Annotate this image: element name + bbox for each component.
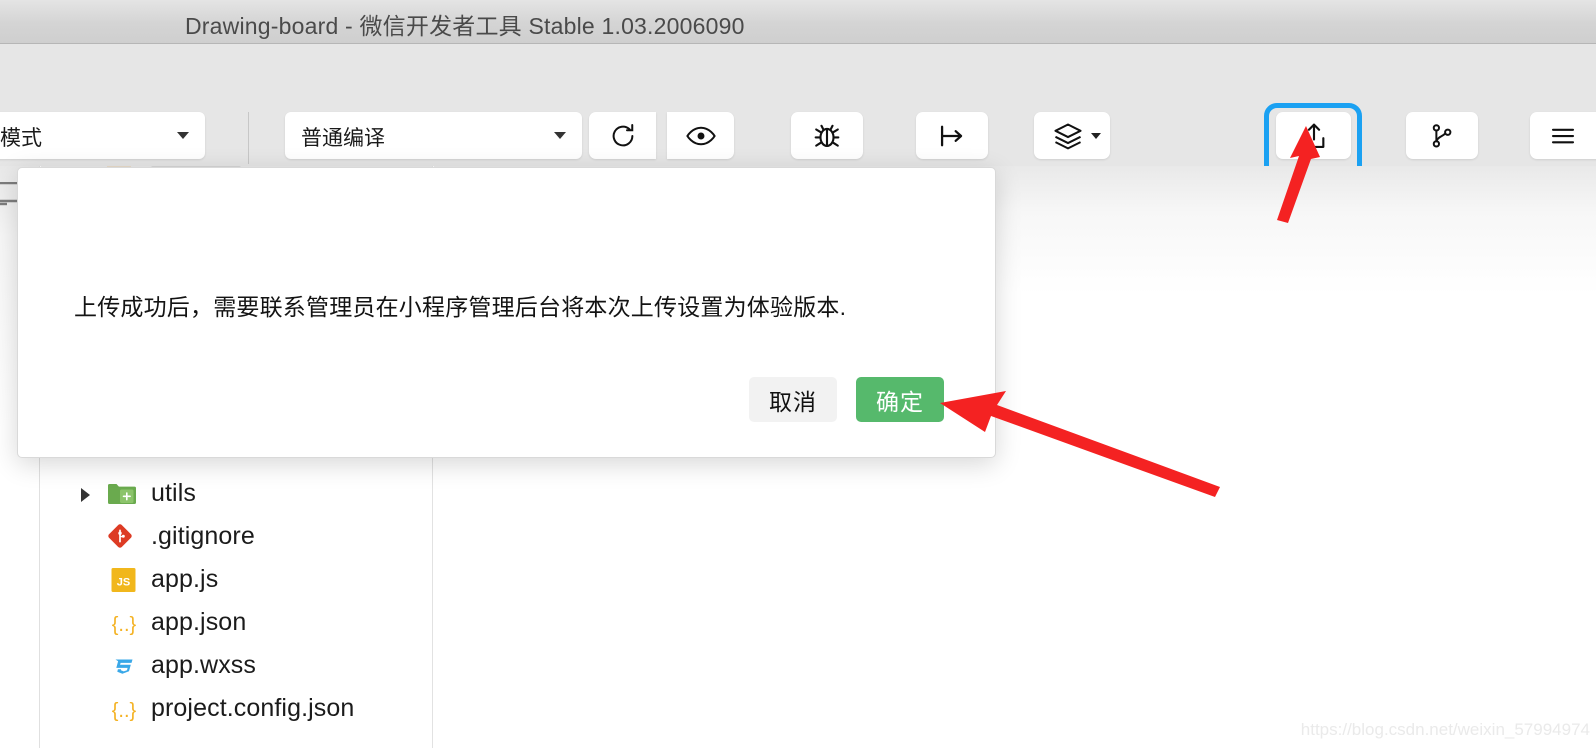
file-tree-item-project-config-json[interactable]: {..} project.config.json [41, 688, 432, 731]
file-tree-item-app-js[interactable]: JS app.js [41, 559, 432, 602]
file-tree-item-label: app.wxss [151, 651, 257, 679]
upload-button[interactable] [1276, 112, 1351, 159]
switch-background-icon [916, 112, 988, 159]
window-titlebar: Drawing-board - 微信开发者工具 Stable 1.03.2006… [0, 0, 1596, 44]
file-tree-item-label: app.json [151, 608, 247, 636]
compile-mode-value: 模式 [0, 127, 42, 150]
json-icon: {..} [109, 696, 139, 724]
real-device-debug-button[interactable] [791, 112, 863, 159]
file-tree-item-app-wxss[interactable]: app.wxss [41, 645, 432, 688]
refresh-icon [589, 112, 656, 159]
file-tree-item-label: utils [151, 479, 196, 507]
preview-button[interactable] [667, 112, 734, 159]
svg-text:{..}: {..} [112, 614, 137, 636]
main-toolbar: 模式 普通编译 编译 预览 [0, 44, 1596, 194]
dialog-message: 上传成功后，需要联系管理员在小程序管理后台将本次上传设置为体验版本. [74, 294, 847, 320]
css-icon [111, 653, 141, 681]
csdn-watermark: https://blog.csdn.net/weixin_57994974 [1300, 720, 1590, 739]
file-tree-item-label: .gitignore [151, 522, 255, 550]
toolbar-divider [248, 112, 249, 164]
version-control-button[interactable] [1406, 112, 1478, 159]
chevron-right-icon[interactable] [81, 488, 90, 502]
folder-icon [107, 481, 137, 509]
chevron-down-icon [177, 132, 189, 139]
svg-text:JS: JS [117, 577, 130, 589]
upload-confirm-dialog: 上传成功后，需要联系管理员在小程序管理后台将本次上传设置为体验版本. 取消 确定 [17, 167, 996, 458]
chevron-down-icon [1091, 133, 1101, 139]
confirm-button[interactable]: 确定 [856, 377, 944, 422]
chevron-down-icon [554, 132, 566, 139]
cancel-button[interactable]: 取消 [749, 377, 837, 422]
file-tree-item-app-json[interactable]: {..} app.json [41, 602, 432, 645]
upload-icon [1276, 112, 1351, 159]
details-button[interactable] [1530, 112, 1596, 159]
svg-text:{..}: {..} [112, 700, 137, 722]
compile-type-select[interactable]: 普通编译 [285, 112, 582, 159]
eye-icon [667, 112, 734, 159]
git-branch-icon [1406, 112, 1478, 159]
compile-mode-select[interactable]: 模式 [0, 112, 205, 159]
json-icon: {..} [109, 610, 139, 638]
file-tree-item-utils[interactable]: utils [41, 473, 432, 516]
git-icon [107, 524, 137, 552]
file-tree-item-label: project.config.json [151, 694, 355, 722]
file-tree-item-gitignore[interactable]: .gitignore [41, 516, 432, 559]
bug-icon [791, 112, 863, 159]
window-title: Drawing-board - 微信开发者工具 Stable 1.03.2006… [185, 13, 745, 39]
switch-background-button[interactable] [916, 112, 988, 159]
file-tree-item-label: app.js [151, 565, 219, 593]
clear-cache-button[interactable] [1034, 112, 1110, 159]
compile-type-value: 普通编译 [301, 127, 385, 150]
compile-button[interactable] [589, 112, 656, 159]
js-icon: JS [111, 567, 141, 595]
details-icon [1516, 112, 1596, 159]
